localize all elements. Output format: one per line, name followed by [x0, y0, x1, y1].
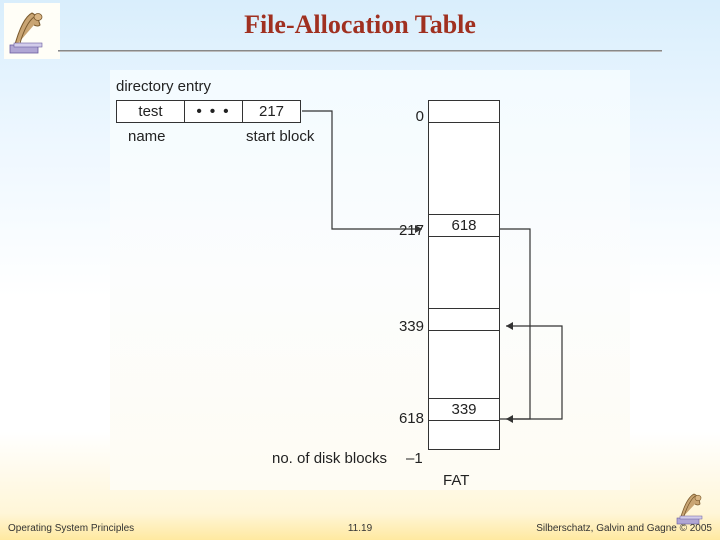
fat-column: 618 339 [428, 100, 500, 450]
fat-entry-217: 618 [429, 215, 499, 237]
arrows-svg [110, 70, 630, 490]
fat-spacer [429, 123, 499, 215]
fat-entry-618: 339 [429, 399, 499, 421]
directory-entry-table: test • • • 217 [116, 100, 301, 123]
start-block-cell: 217 [243, 101, 301, 123]
no-of-disk-blocks-label: no. of disk blocks [272, 450, 387, 467]
footer-right: Silberschatz, Galvin and Gagne © 2005 [536, 523, 712, 534]
book-logo-bottom [672, 488, 720, 528]
table-row: test • • • 217 [117, 101, 301, 123]
fat-index-339: 339 [394, 318, 424, 335]
fat-diagram: directory entry test • • • 217 name star… [110, 70, 630, 490]
start-column-label: start block [246, 128, 314, 145]
name-column-label: name [128, 128, 166, 145]
fat-index-618: 618 [394, 410, 424, 427]
fat-spacer [429, 237, 499, 309]
fat-entry-0 [429, 101, 499, 123]
fat-entry-339 [429, 309, 499, 331]
slide: File-Allocation Table directory entry te… [0, 0, 720, 540]
neg1-label: –1 [406, 450, 423, 467]
fat-index-217: 217 [394, 222, 424, 239]
title-underline [58, 50, 662, 52]
file-name-cell: test [117, 101, 185, 123]
fat-label: FAT [443, 472, 469, 489]
fat-index-0: 0 [394, 108, 424, 125]
directory-entry-label: directory entry [116, 78, 211, 95]
fat-spacer [429, 421, 499, 449]
fat-spacer [429, 331, 499, 399]
slide-title: File-Allocation Table [0, 10, 720, 40]
dots-cell: • • • [185, 101, 243, 123]
